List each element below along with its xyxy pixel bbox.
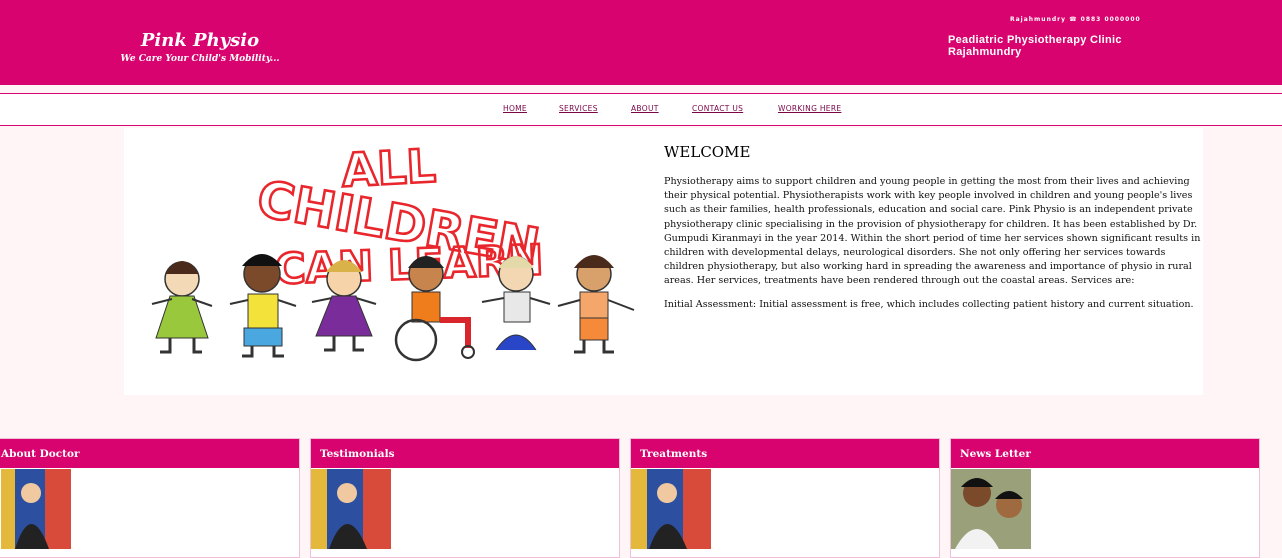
child-figure-6 bbox=[557, 255, 635, 354]
clinic-title: Peadiatric Physiotherapy Clinic Rajahmun… bbox=[948, 34, 1122, 58]
brand-tagline: We Care Your Child's Mobility... bbox=[120, 54, 280, 64]
welcome-paragraph: Physiotherapy aims to support children a… bbox=[664, 176, 1201, 287]
nav-home[interactable]: HOME bbox=[503, 104, 527, 113]
news-letter-heading[interactable]: News Letter bbox=[951, 439, 1259, 468]
testimonials-heading[interactable]: Testimonials bbox=[311, 439, 619, 468]
clinic-line-1: Peadiatric Physiotherapy Clinic bbox=[948, 34, 1122, 46]
treatments-heading[interactable]: Treatments bbox=[631, 439, 939, 468]
news-letter-box: News Letter bbox=[950, 438, 1260, 558]
contact-info: Rajahmundry ☎ 0883 0000000 bbox=[1010, 16, 1141, 23]
treatments-box: Treatments bbox=[630, 438, 940, 558]
treatment-photo[interactable] bbox=[631, 469, 711, 549]
child-figure-1 bbox=[151, 261, 213, 354]
testimonial-photo[interactable] bbox=[311, 469, 391, 549]
doctor-photo[interactable] bbox=[1, 469, 71, 549]
brand-name[interactable]: Pink Physio bbox=[120, 30, 280, 52]
site-brand[interactable]: Pink Physio We Care Your Child's Mobilit… bbox=[120, 30, 280, 64]
welcome-title: WELCOME bbox=[664, 143, 751, 161]
news-letter-photo[interactable] bbox=[951, 469, 1031, 549]
about-doctor-heading[interactable]: About Doctor bbox=[0, 439, 299, 468]
clinic-line-2: Rajahmundry bbox=[948, 46, 1022, 58]
nav-working-here[interactable]: WORKING HERE bbox=[778, 104, 841, 113]
about-doctor-box: About Doctor bbox=[0, 438, 300, 558]
nav-services[interactable]: SERVICES bbox=[559, 104, 598, 113]
nav-contact-us[interactable]: CONTACT US bbox=[692, 104, 743, 113]
site-header: Pink Physio We Care Your Child's Mobilit… bbox=[0, 0, 1282, 85]
nav-about[interactable]: ABOUT bbox=[631, 104, 659, 113]
initial-assessment-text: Initial Assessment: Initial assessment i… bbox=[664, 299, 1194, 310]
main-nav: HOME SERVICES ABOUT CONTACT US WORKING H… bbox=[0, 93, 1282, 126]
testimonials-box: Testimonials bbox=[310, 438, 620, 558]
all-children-can-learn-illustration: ALL CHILDREN CAN LEARN bbox=[151, 137, 635, 362]
